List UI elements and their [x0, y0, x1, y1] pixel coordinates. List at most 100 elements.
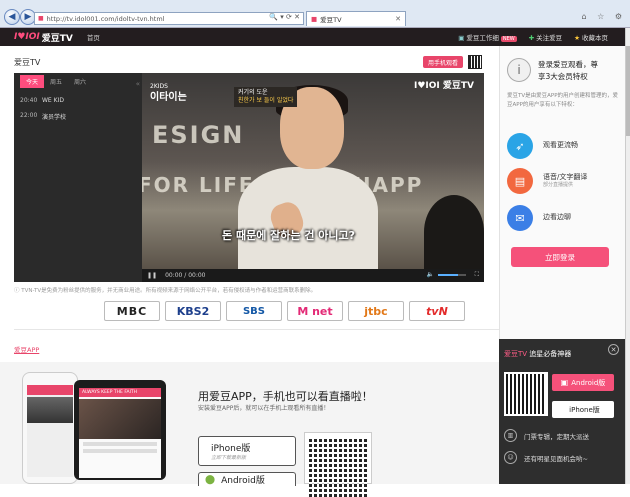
android-icon: ⬤: [205, 474, 216, 485]
page-title: 爱豆TV: [14, 58, 41, 67]
workbench-label: 爱豆工作细: [466, 34, 499, 42]
qr-pattern: [506, 374, 546, 414]
channel-list: MBC KBS2 SBS M net jtbc tvN: [104, 301, 465, 321]
login-title-line-2: 享3大会员特权: [538, 72, 588, 81]
channel-sbs[interactable]: SBS: [226, 301, 282, 321]
android-button-label: Android版: [571, 378, 606, 387]
login-title-line-1: 登录爱豆观看，尊: [538, 60, 598, 69]
chat-icon: ✉: [507, 205, 533, 231]
info-circle-icon: i: [507, 58, 531, 82]
collapse-arrow-icon[interactable]: «: [136, 80, 140, 88]
browser-tool-icons[interactable]: ⌂ ☆ ⚙: [581, 12, 626, 21]
back-button[interactable]: ◀: [4, 9, 20, 25]
sidebar-qr-code: [504, 372, 548, 416]
star-icon: ★: [574, 34, 580, 42]
schedule-row[interactable]: 20:40 WE KID: [14, 89, 142, 104]
channel-jtbc[interactable]: jtbc: [348, 301, 404, 321]
caption-top: 커기의 도운: [238, 89, 268, 96]
schedule-row[interactable]: 22:00 演员学校: [14, 104, 142, 121]
tab-close-icon[interactable]: ✕: [395, 15, 401, 23]
android-label: Android版: [221, 476, 265, 486]
feature-label: 边看边聊: [543, 213, 571, 222]
phone-white-bar: [27, 385, 73, 395]
workbench-link[interactable]: ▣ 爱豆工作细 NEW: [458, 32, 517, 42]
tab-favicon-icon: ■: [311, 15, 318, 23]
phone-line: [83, 442, 157, 446]
browser-chrome: ◀ ▶ ■ http://tv.idol001.com/idoltv-tvn.h…: [0, 0, 630, 28]
scrollbar-thumb[interactable]: [626, 46, 630, 136]
login-title: 登录爱豆观看，尊 享3大会员特权: [538, 59, 598, 83]
follow-link[interactable]: ✚ 关注爱豆: [529, 32, 562, 42]
phone-white-image-block: [27, 397, 73, 423]
video-person-2: [424, 195, 484, 269]
android-button[interactable]: ▣ Android版: [552, 374, 614, 391]
app-section-link[interactable]: 爱豆APP: [14, 344, 39, 354]
volume-level: [438, 274, 458, 276]
channel-tvn[interactable]: tvN: [409, 301, 465, 321]
perk-tickets-text: 门票专辑，定期大派送: [524, 432, 589, 441]
phone-line: [83, 449, 157, 453]
login-button[interactable]: 立即登录: [511, 247, 609, 267]
workbench-icon: ▣: [458, 34, 465, 42]
channel-mnet[interactable]: M net: [287, 301, 343, 321]
feature-subtext: 部分直播提供: [543, 182, 574, 189]
volume-slider[interactable]: [438, 274, 466, 276]
address-bar[interactable]: ■ http://tv.idol001.com/idoltv-tvn.html …: [34, 12, 304, 25]
phone-white-image: [22, 372, 78, 484]
qr-code-icon[interactable]: [468, 55, 482, 69]
notice-text: TVN-TV是免费为粉丝提供的服务，并无商业用途。所有视频来源于网络公开平台，若…: [21, 288, 317, 294]
tab-friday[interactable]: 周五: [44, 75, 68, 88]
feature-translate: ▤ 语音/文字翻译 部分直播提供: [507, 168, 587, 194]
iphone-button-label: iPhone版: [569, 405, 600, 414]
feature-label: 语音/文字翻译 部分直播提供: [543, 173, 587, 189]
channel-kbs2[interactable]: KBS2: [165, 301, 221, 321]
channel-mbc[interactable]: MBC: [104, 301, 160, 321]
person-body: [238, 167, 378, 277]
perk-meet: ☺ 还有明星见面机会哟~: [504, 451, 588, 464]
video-player[interactable]: ESIGN FOR LIFE AND A HAPP 2KIDS 이타이는 커기의…: [142, 73, 484, 282]
copyright-notice: ⓘ TVN-TV是免费为粉丝提供的服务，并无商业用途。所有视频来源于网络公开平台…: [14, 286, 316, 294]
feature-text: 观看更流畅: [543, 141, 578, 150]
nav-home-link[interactable]: 首页: [87, 32, 100, 42]
phone-white-screen: [27, 385, 73, 477]
show-logo-big: 이타이는: [150, 91, 187, 103]
phone-black-bar: ALWAYS KEEP THE FAITH: [79, 388, 161, 397]
iphone-label: iPhone版: [211, 444, 251, 454]
phone-black-image: ALWAYS KEEP THE FAITH: [74, 380, 166, 480]
video-frame: ESIGN FOR LIFE AND A HAPP 2KIDS 이타이는 커기의…: [142, 73, 484, 277]
schedule-time: 22:00: [20, 112, 38, 119]
schedule-panel: 今天 周五 周六 « 20:40 WE KID 22:00 演员学校: [14, 73, 142, 282]
app-panel-title: 爱豆TV 追星必备神器: [504, 349, 571, 359]
iphone-sublabel: 立即下载最新版: [211, 455, 247, 461]
site-logo[interactable]: I♥IOI: [14, 32, 40, 42]
url-text: http://tv.idol001.com/idoltv-tvn.html: [46, 14, 165, 23]
caption-box: 커기의 도운 친한가 보 들이 일었다: [234, 87, 298, 107]
perk-meet-text: 还有明星见面机会哟~: [524, 454, 588, 463]
schedule-show: 演员学校: [42, 114, 67, 121]
app-panel-title-rest: 追星必备神器: [529, 350, 572, 358]
browser-tab[interactable]: ■ 爱豆TV ✕: [306, 11, 406, 26]
android-icon: ▣: [560, 378, 569, 387]
show-logo: 2KIDS 이타이는: [150, 83, 187, 104]
feature-text: 边看边聊: [543, 213, 571, 222]
pause-icon[interactable]: ❚❚: [147, 272, 157, 279]
bookmark-link[interactable]: ★ 收藏本页: [574, 32, 608, 42]
feature-label: 观看更流畅: [543, 141, 578, 150]
iphone-download-button[interactable]: iPhone版 立即下载最新版: [198, 436, 296, 466]
video-subtitle: 돈 때문에 잘하는 건 아니고?: [222, 229, 356, 242]
tab-saturday[interactable]: 周六: [68, 75, 92, 88]
site-header: I♥IOI 爱豆TV 首页 ▣ 爱豆工作细 NEW ✚ 关注爱豆 ★ 收藏本页: [0, 28, 630, 46]
close-icon[interactable]: ✕: [608, 344, 619, 355]
fullscreen-icon[interactable]: ⛶: [475, 271, 479, 279]
iphone-button[interactable]: iPhone版: [552, 401, 614, 418]
caption-bottom: 친한가 보 들이 일었다: [238, 96, 294, 104]
watch-on-phone-button[interactable]: 用手机观看: [423, 56, 464, 68]
new-badge: NEW: [500, 36, 517, 42]
page-scrollbar[interactable]: [625, 28, 630, 484]
tab-today[interactable]: 今天: [20, 74, 45, 88]
site-logo-text[interactable]: 爱豆TV: [42, 31, 73, 44]
schedule-show: WE KID: [42, 97, 64, 104]
volume-icon[interactable]: 🔈: [427, 271, 434, 278]
chat-bubble-icon: ☺: [504, 451, 517, 464]
address-tools-icons[interactable]: 🔍 ▾ ⟳ ✕: [269, 13, 300, 21]
